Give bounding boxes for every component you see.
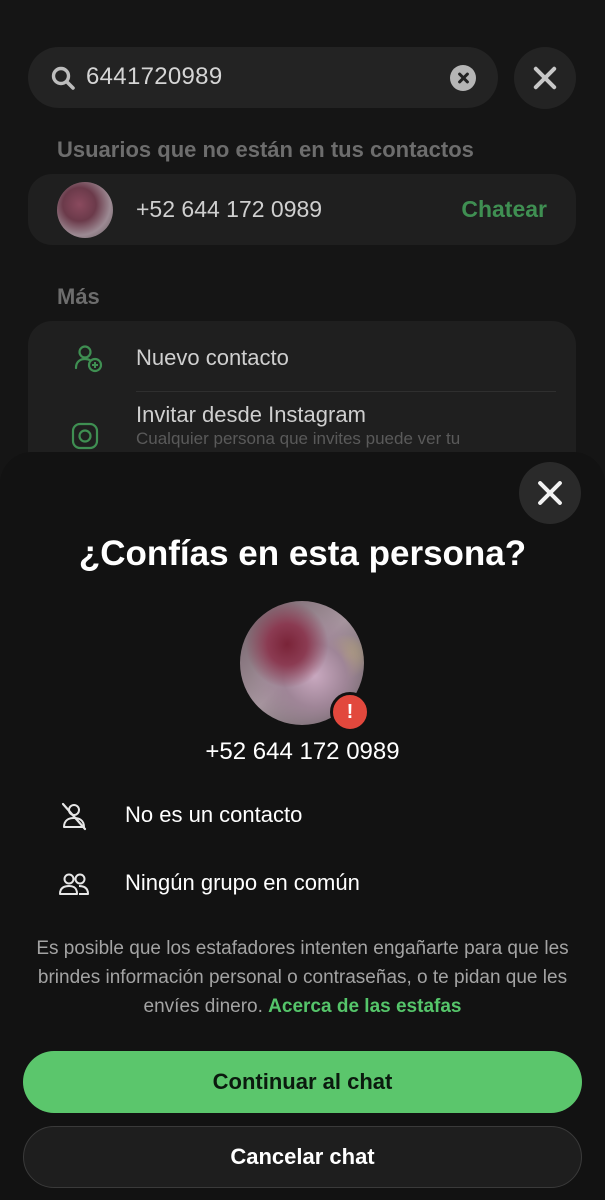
fact-not-contact: No es un contacto [0, 796, 605, 836]
contact-result-row[interactable]: +52 644 172 0989 Chatear [28, 174, 576, 245]
close-dialog-button[interactable] [519, 462, 581, 524]
new-contact-label[interactable]: Nuevo contacto [136, 345, 289, 371]
trust-dialog: ¿Confías en esta persona? ! +52 644 172 … [0, 452, 605, 1200]
warning-badge-icon: ! [330, 692, 370, 732]
divider [136, 391, 556, 392]
chat-button[interactable]: Chatear [461, 196, 547, 223]
search-input[interactable]: 6441720989 [86, 63, 222, 91]
close-search-button[interactable] [514, 47, 576, 109]
clear-search-icon[interactable] [450, 65, 476, 91]
section-title-non-contacts: Usuarios que no están en tus contactos [57, 137, 474, 162]
search-icon [51, 66, 75, 90]
avatar [57, 182, 113, 238]
fact-no-groups: Ningún grupo en común [0, 864, 605, 904]
add-contact-icon [74, 345, 103, 373]
cancel-chat-button[interactable]: Cancelar chat [23, 1126, 582, 1188]
fact-label: Ningún grupo en común [125, 870, 360, 895]
dialog-phone: +52 644 172 0989 [205, 738, 400, 765]
dialog-title: ¿Confías en esta persona? [78, 534, 527, 573]
invite-instagram-sublabel: Cualquier persona que invites puede ver … [136, 429, 461, 448]
invite-instagram-label[interactable]: Invitar desde Instagram [136, 402, 366, 428]
no-contact-icon [61, 802, 87, 831]
about-scams-link[interactable]: Acerca de las estafas [268, 996, 461, 1017]
scam-warning-text: Es posible que los estafadores intenten … [22, 934, 583, 1021]
continue-to-chat-button[interactable]: Continuar al chat [23, 1051, 582, 1113]
instagram-icon [71, 422, 99, 450]
search-bar[interactable]: 6441720989 [28, 47, 498, 108]
contact-phone: +52 644 172 0989 [136, 196, 323, 222]
fact-label: No es un contacto [125, 802, 303, 827]
section-title-more: Más [57, 284, 100, 309]
group-icon [59, 873, 89, 895]
